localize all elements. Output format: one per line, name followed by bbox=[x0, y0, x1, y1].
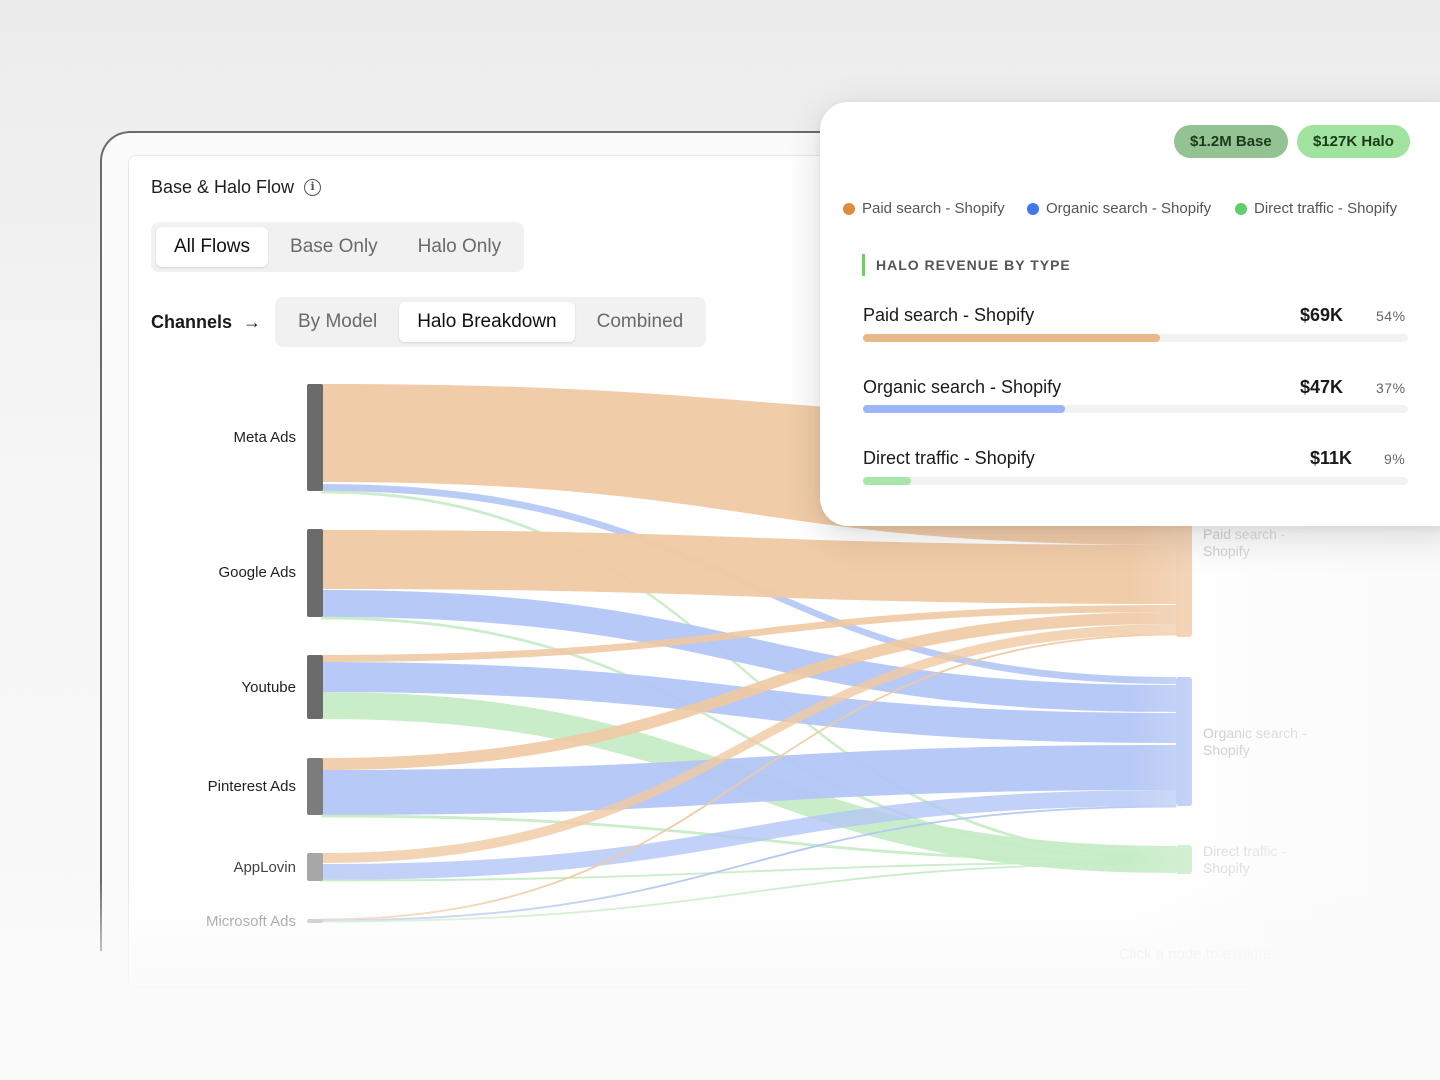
halo-row-bar-direct-traffic bbox=[863, 477, 1408, 485]
legend-item-organic-search: Organic search - Shopify bbox=[1027, 200, 1211, 217]
source-label-meta-ads[interactable]: Meta Ads bbox=[233, 429, 296, 446]
source-label-applovin[interactable]: AppLovin bbox=[233, 859, 296, 876]
halo-row-bar-fill bbox=[863, 405, 1065, 413]
halo-row-bar-fill bbox=[863, 334, 1161, 342]
halo-row-bar-fill bbox=[863, 477, 911, 485]
source-node-google-ads[interactable] bbox=[307, 529, 323, 617]
halo-row-bar-paid-search bbox=[863, 334, 1408, 342]
target-label-direct-traffic[interactable]: Direct traffic - Shopify bbox=[1203, 843, 1323, 877]
target-label-organic-search[interactable]: Organic search - Shopify bbox=[1203, 725, 1323, 759]
halo-row-value-direct-traffic: $11K bbox=[1309, 448, 1352, 468]
halo-row-label-organic-search: Organic search - Shopify bbox=[863, 377, 1062, 397]
target-node-direct[interactable] bbox=[1176, 845, 1192, 874]
legend-dot bbox=[1027, 202, 1039, 215]
base-total-badge: $1.2M Base bbox=[1174, 125, 1288, 158]
halo-row-pct-direct-traffic: 9% bbox=[1384, 451, 1406, 467]
halo-row-pct-paid-search: 54% bbox=[1376, 308, 1406, 324]
target-label-paid-search[interactable]: Paid search - Shopify bbox=[1203, 526, 1323, 560]
legend-dot bbox=[843, 202, 855, 215]
legend-item-direct-traffic: Direct traffic - Shopify bbox=[1235, 200, 1397, 217]
halo-row-value-paid-search: $69K bbox=[1299, 305, 1343, 325]
source-label-pinterest-ads[interactable]: Pinterest Ads bbox=[208, 778, 296, 795]
legend-item-paid-search: Paid search - Shopify bbox=[843, 200, 1005, 217]
halo-row-label-direct-traffic: Direct traffic - Shopify bbox=[863, 448, 1035, 468]
legend-label: Paid search - Shopify bbox=[862, 200, 1005, 217]
halo-row-pct-organic-search: 37% bbox=[1376, 380, 1406, 396]
source-node-microsoft-ads[interactable] bbox=[307, 919, 323, 923]
halo-total-badge: $127K Halo bbox=[1297, 125, 1410, 158]
legend-label: Direct traffic - Shopify bbox=[1254, 200, 1398, 217]
source-node-meta-ads[interactable] bbox=[307, 384, 323, 491]
target-node-organic[interactable] bbox=[1176, 677, 1192, 806]
halo-row-label-paid-search: Paid search - Shopify bbox=[863, 305, 1035, 325]
source-node-youtube[interactable] bbox=[307, 655, 323, 719]
source-node-applovin[interactable] bbox=[307, 853, 323, 881]
source-label-youtube[interactable]: Youtube bbox=[241, 679, 296, 696]
section-accent-bar bbox=[862, 254, 865, 276]
source-node-pinterest-ads[interactable] bbox=[307, 758, 323, 815]
legend-dot bbox=[1235, 202, 1247, 215]
halo-row-bar-organic-search bbox=[863, 405, 1408, 413]
section-title: HALO REVENUE BY TYPE bbox=[876, 257, 1071, 273]
halo-row-value-organic-search: $47K bbox=[1299, 377, 1343, 397]
legend-label: Organic search - Shopify bbox=[1046, 200, 1212, 217]
explore-hint: Click a node to explore bbox=[1119, 946, 1272, 963]
source-label-microsoft-ads[interactable]: Microsoft Ads bbox=[206, 913, 296, 930]
source-label-google-ads[interactable]: Google Ads bbox=[218, 564, 296, 581]
